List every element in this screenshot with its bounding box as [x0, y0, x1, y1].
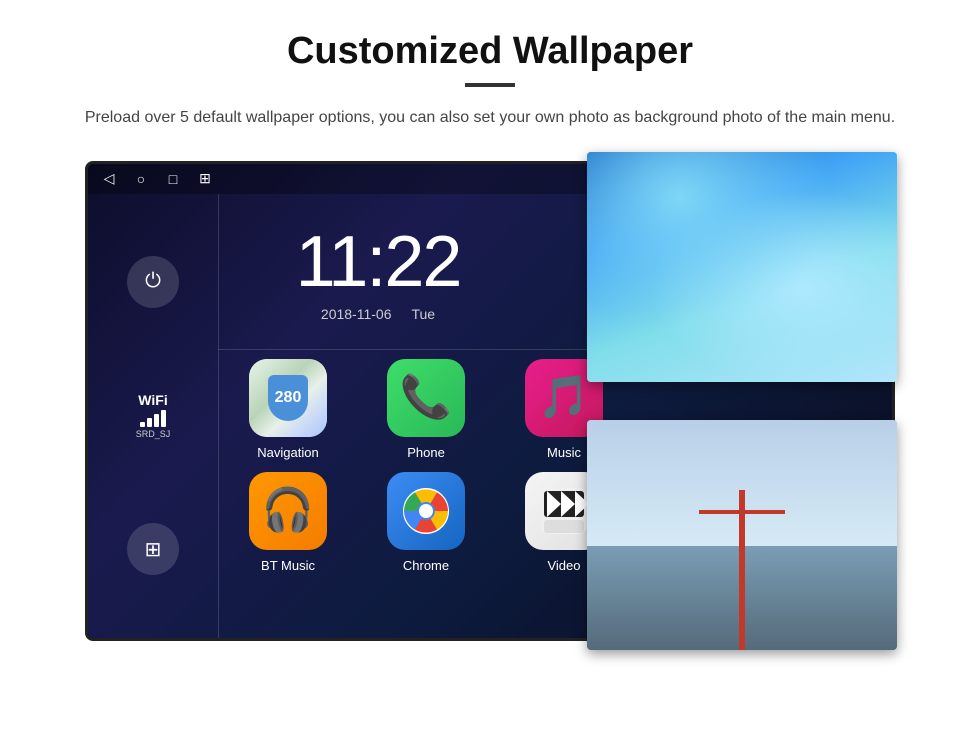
bt-music-icon: 🎧: [249, 472, 327, 550]
app-chrome[interactable]: Chrome: [366, 472, 486, 573]
nav-shield: 280: [268, 375, 308, 421]
video-label: Video: [547, 558, 580, 573]
clock-date: 2018-11-06 Tue: [321, 306, 435, 322]
wifi-ssid: SRD_SJ: [136, 429, 171, 439]
bt-music-label: BT Music: [261, 558, 315, 573]
nav-buttons: ◁ ○ □ ⊞: [100, 170, 214, 188]
clock-date-value: 2018-11-06: [321, 306, 392, 322]
screenshot-button[interactable]: ⊞: [196, 170, 214, 188]
wifi-label: WiFi: [136, 392, 171, 408]
app-bt-music[interactable]: 🎧 BT Music: [228, 472, 348, 573]
chrome-icon: [387, 472, 465, 550]
page-description: Preload over 5 default wallpaper options…: [85, 105, 895, 131]
wifi-bars: [136, 410, 171, 427]
device-frame: ◁ ○ □ ⊞ 📍 ▲ 11:22 ⏻ WiFi: [85, 161, 895, 641]
power-icon: ⏻: [145, 270, 161, 293]
apps-button[interactable]: ⊞: [127, 523, 179, 575]
page-title: Customized Wallpaper: [287, 30, 693, 73]
wallpaper-bridge[interactable]: [587, 420, 897, 650]
wallpaper-blue[interactable]: [587, 152, 897, 382]
title-divider: [465, 83, 515, 87]
clock-day: Tue: [411, 306, 435, 322]
app-phone[interactable]: 📞 Phone: [366, 359, 486, 460]
navigation-icon: 280: [249, 359, 327, 437]
chrome-label: Chrome: [403, 558, 449, 573]
music-label: Music: [547, 445, 581, 460]
grid-icon: ⊞: [145, 537, 162, 562]
clock-time: 11:22: [296, 226, 461, 298]
phone-icon: 📞: [387, 359, 465, 437]
back-button[interactable]: ◁: [100, 170, 118, 188]
phone-label: Phone: [407, 445, 445, 460]
app-navigation[interactable]: 280 Navigation: [228, 359, 348, 460]
sidebar: ⏻ WiFi SRD_SJ ⊞: [88, 194, 218, 638]
wifi-info: WiFi SRD_SJ: [136, 392, 171, 439]
home-button[interactable]: ○: [132, 170, 150, 188]
recent-button[interactable]: □: [164, 170, 182, 188]
app-grid: 280 Navigation 📞 Phone 🎵 Music: [218, 349, 634, 583]
power-button[interactable]: ⏻: [127, 256, 179, 308]
clock-area: 11:22 2018-11-06 Tue: [218, 194, 538, 354]
navigation-label: Navigation: [257, 445, 318, 460]
